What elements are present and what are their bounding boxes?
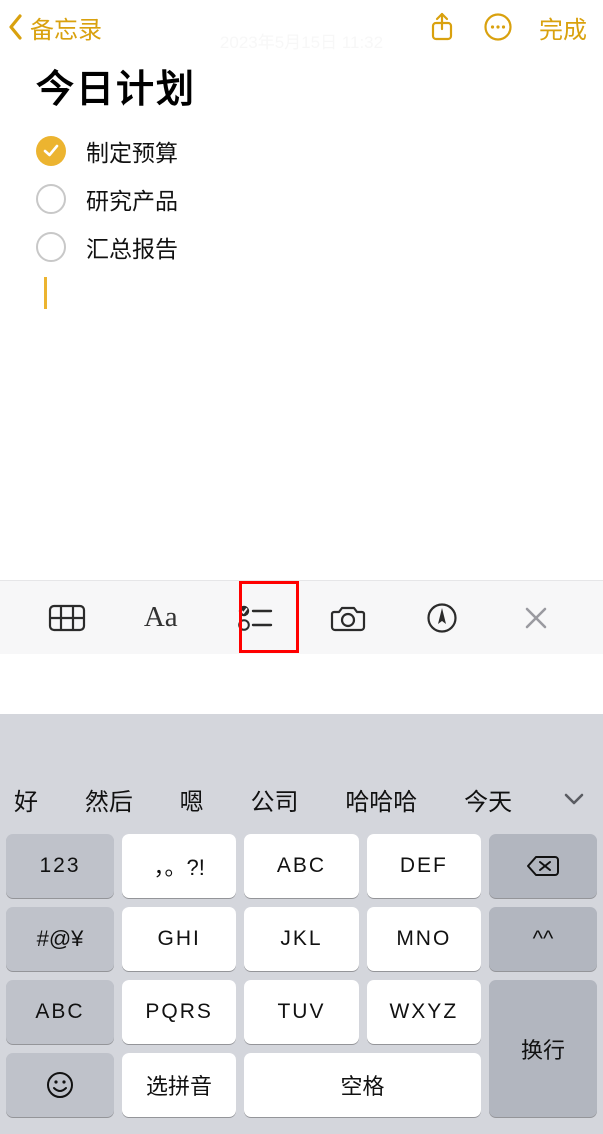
checkbox-empty-icon[interactable] <box>36 184 66 214</box>
prediction-bar: 好 然后 嗯 公司 哈哈哈 今天 <box>0 770 603 828</box>
chevron-down-icon <box>563 792 585 806</box>
checklist-item[interactable]: 研究产品 <box>36 175 567 223</box>
key-emoticon[interactable]: ^^ <box>489 907 597 971</box>
backspace-icon <box>526 854 560 878</box>
key-abc[interactable]: ABC <box>244 834 358 898</box>
keyboard: 好 然后 嗯 公司 哈哈哈 今天 123 ，。?! ABC DEF #@¥ G <box>0 714 603 1134</box>
format-toolbar: Aa <box>0 580 603 654</box>
note-timestamp: 2023年5月15日 11:32 <box>0 28 603 48</box>
checklist-text[interactable]: 汇总报告 <box>86 230 178 264</box>
key-emoji[interactable] <box>6 1053 114 1117</box>
text-format-button[interactable]: Aa <box>138 595 184 641</box>
checkbox-empty-icon[interactable] <box>36 232 66 262</box>
checklist-item[interactable]: 汇总报告 <box>36 223 567 271</box>
expand-candidates-button[interactable] <box>559 784 589 814</box>
key-select-pinyin[interactable]: 选拼音 <box>122 1053 236 1117</box>
checkbox-checked-icon[interactable] <box>36 136 66 166</box>
prediction-candidate[interactable]: 嗯 <box>180 782 204 817</box>
key-latin[interactable]: ABC <box>6 980 114 1044</box>
prediction-candidate[interactable]: 哈哈哈 <box>345 782 417 817</box>
close-icon <box>523 605 549 631</box>
camera-icon <box>329 603 367 633</box>
checklist-text[interactable]: 制定预算 <box>86 134 178 168</box>
key-123[interactable]: 123 <box>6 834 114 898</box>
key-punct[interactable]: ，。?! <box>122 834 236 898</box>
checklist-item[interactable]: 制定预算 <box>36 127 567 175</box>
key-tuv[interactable]: TUV <box>244 980 358 1044</box>
key-mno[interactable]: MNO <box>367 907 481 971</box>
key-symbols[interactable]: #@¥ <box>6 907 114 971</box>
table-icon <box>48 603 86 633</box>
prediction-candidate[interactable]: 公司 <box>250 782 298 817</box>
key-def[interactable]: DEF <box>367 834 481 898</box>
key-wxyz[interactable]: WXYZ <box>367 980 481 1044</box>
key-pqrs[interactable]: PQRS <box>122 980 236 1044</box>
checklist-icon <box>237 603 273 633</box>
checklist-button[interactable] <box>232 595 278 641</box>
table-button[interactable] <box>44 595 90 641</box>
prediction-candidate[interactable]: 然后 <box>85 782 133 817</box>
emoji-icon <box>45 1070 75 1100</box>
key-backspace[interactable] <box>489 834 597 898</box>
checklist-text[interactable]: 研究产品 <box>86 182 178 216</box>
key-jkl[interactable]: JKL <box>244 907 358 971</box>
note-body[interactable]: 今日计划 制定预算 研究产品 汇总报告 <box>0 48 603 309</box>
key-ghi[interactable]: GHI <box>122 907 236 971</box>
close-toolbar-button[interactable] <box>513 595 559 641</box>
note-title[interactable]: 今日计划 <box>36 58 567 113</box>
key-space[interactable]: 空格 <box>244 1053 481 1117</box>
prediction-candidate[interactable]: 今天 <box>464 782 512 817</box>
markup-button[interactable] <box>419 595 465 641</box>
prediction-candidate[interactable]: 好 <box>14 782 38 817</box>
markup-icon <box>426 602 458 634</box>
text-cursor <box>44 277 47 309</box>
camera-button[interactable] <box>325 595 371 641</box>
key-return[interactable]: 换行 <box>489 980 597 1117</box>
